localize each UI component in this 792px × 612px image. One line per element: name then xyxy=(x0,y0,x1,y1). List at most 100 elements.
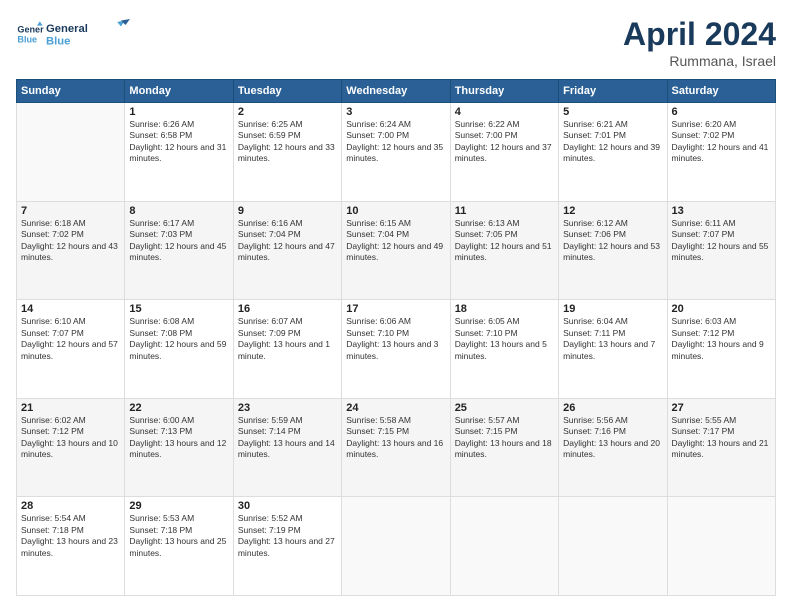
day-number: 5 xyxy=(563,106,662,118)
calendar-week-row: 14Sunrise: 6:10 AMSunset: 7:07 PMDayligh… xyxy=(17,300,776,399)
day-info: Sunrise: 6:12 AMSunset: 7:06 PMDaylight:… xyxy=(563,218,662,264)
location-subtitle: Rummana, Israel xyxy=(623,53,776,69)
month-title: April 2024 xyxy=(623,16,776,53)
calendar-cell: 13Sunrise: 6:11 AMSunset: 7:07 PMDayligh… xyxy=(667,201,775,300)
day-number: 28 xyxy=(21,500,120,512)
day-info: Sunrise: 5:54 AMSunset: 7:18 PMDaylight:… xyxy=(21,513,120,559)
svg-text:Blue: Blue xyxy=(46,36,70,48)
day-number: 9 xyxy=(238,205,337,217)
day-number: 29 xyxy=(129,500,228,512)
day-number: 18 xyxy=(455,303,554,315)
calendar-cell: 25Sunrise: 5:57 AMSunset: 7:15 PMDayligh… xyxy=(450,398,558,497)
day-info: Sunrise: 6:18 AMSunset: 7:02 PMDaylight:… xyxy=(21,218,120,264)
calendar-cell: 16Sunrise: 6:07 AMSunset: 7:09 PMDayligh… xyxy=(233,300,341,399)
day-info: Sunrise: 6:26 AMSunset: 6:58 PMDaylight:… xyxy=(129,119,228,165)
day-number: 14 xyxy=(21,303,120,315)
calendar-cell: 11Sunrise: 6:13 AMSunset: 7:05 PMDayligh… xyxy=(450,201,558,300)
day-number: 11 xyxy=(455,205,554,217)
day-info: Sunrise: 6:07 AMSunset: 7:09 PMDaylight:… xyxy=(238,316,337,362)
weekday-header-sunday: Sunday xyxy=(17,80,125,103)
page: General Blue General Blue April 2024 Rum… xyxy=(0,0,792,612)
logo-bird-icon: General Blue xyxy=(46,16,136,52)
day-info: Sunrise: 5:53 AMSunset: 7:18 PMDaylight:… xyxy=(129,513,228,559)
weekday-header-saturday: Saturday xyxy=(667,80,775,103)
calendar-table: SundayMondayTuesdayWednesdayThursdayFrid… xyxy=(16,79,776,596)
day-info: Sunrise: 6:24 AMSunset: 7:00 PMDaylight:… xyxy=(346,119,445,165)
calendar-week-row: 1Sunrise: 6:26 AMSunset: 6:58 PMDaylight… xyxy=(17,103,776,202)
day-number: 26 xyxy=(563,402,662,414)
day-info: Sunrise: 6:00 AMSunset: 7:13 PMDaylight:… xyxy=(129,415,228,461)
logo-icon: General Blue xyxy=(16,20,44,48)
calendar-cell: 23Sunrise: 5:59 AMSunset: 7:14 PMDayligh… xyxy=(233,398,341,497)
day-number: 7 xyxy=(21,205,120,217)
weekday-header-monday: Monday xyxy=(125,80,233,103)
calendar-cell: 1Sunrise: 6:26 AMSunset: 6:58 PMDaylight… xyxy=(125,103,233,202)
day-number: 10 xyxy=(346,205,445,217)
day-info: Sunrise: 6:16 AMSunset: 7:04 PMDaylight:… xyxy=(238,218,337,264)
day-number: 25 xyxy=(455,402,554,414)
day-number: 27 xyxy=(672,402,771,414)
day-number: 21 xyxy=(21,402,120,414)
calendar-week-row: 21Sunrise: 6:02 AMSunset: 7:12 PMDayligh… xyxy=(17,398,776,497)
day-info: Sunrise: 6:08 AMSunset: 7:08 PMDaylight:… xyxy=(129,316,228,362)
day-number: 15 xyxy=(129,303,228,315)
day-number: 16 xyxy=(238,303,337,315)
calendar-cell xyxy=(667,497,775,596)
day-number: 1 xyxy=(129,106,228,118)
calendar-cell: 6Sunrise: 6:20 AMSunset: 7:02 PMDaylight… xyxy=(667,103,775,202)
svg-text:Blue: Blue xyxy=(17,34,37,44)
day-info: Sunrise: 6:22 AMSunset: 7:00 PMDaylight:… xyxy=(455,119,554,165)
weekday-header-wednesday: Wednesday xyxy=(342,80,450,103)
calendar-cell: 30Sunrise: 5:52 AMSunset: 7:19 PMDayligh… xyxy=(233,497,341,596)
calendar-week-row: 7Sunrise: 6:18 AMSunset: 7:02 PMDaylight… xyxy=(17,201,776,300)
calendar-cell: 18Sunrise: 6:05 AMSunset: 7:10 PMDayligh… xyxy=(450,300,558,399)
calendar-cell: 5Sunrise: 6:21 AMSunset: 7:01 PMDaylight… xyxy=(559,103,667,202)
day-info: Sunrise: 6:02 AMSunset: 7:12 PMDaylight:… xyxy=(21,415,120,461)
day-number: 8 xyxy=(129,205,228,217)
calendar-cell: 29Sunrise: 5:53 AMSunset: 7:18 PMDayligh… xyxy=(125,497,233,596)
day-info: Sunrise: 6:04 AMSunset: 7:11 PMDaylight:… xyxy=(563,316,662,362)
calendar-cell: 24Sunrise: 5:58 AMSunset: 7:15 PMDayligh… xyxy=(342,398,450,497)
calendar-cell: 7Sunrise: 6:18 AMSunset: 7:02 PMDaylight… xyxy=(17,201,125,300)
day-number: 30 xyxy=(238,500,337,512)
day-number: 23 xyxy=(238,402,337,414)
calendar-header-row: SundayMondayTuesdayWednesdayThursdayFrid… xyxy=(17,80,776,103)
day-info: Sunrise: 5:58 AMSunset: 7:15 PMDaylight:… xyxy=(346,415,445,461)
day-info: Sunrise: 5:57 AMSunset: 7:15 PMDaylight:… xyxy=(455,415,554,461)
calendar-cell: 4Sunrise: 6:22 AMSunset: 7:00 PMDaylight… xyxy=(450,103,558,202)
weekday-header-friday: Friday xyxy=(559,80,667,103)
calendar-cell: 15Sunrise: 6:08 AMSunset: 7:08 PMDayligh… xyxy=(125,300,233,399)
day-info: Sunrise: 6:13 AMSunset: 7:05 PMDaylight:… xyxy=(455,218,554,264)
day-number: 17 xyxy=(346,303,445,315)
calendar-cell: 21Sunrise: 6:02 AMSunset: 7:12 PMDayligh… xyxy=(17,398,125,497)
calendar-cell xyxy=(17,103,125,202)
calendar-cell: 26Sunrise: 5:56 AMSunset: 7:16 PMDayligh… xyxy=(559,398,667,497)
logo: General Blue General Blue xyxy=(16,16,136,52)
day-number: 3 xyxy=(346,106,445,118)
day-info: Sunrise: 6:21 AMSunset: 7:01 PMDaylight:… xyxy=(563,119,662,165)
calendar-cell: 28Sunrise: 5:54 AMSunset: 7:18 PMDayligh… xyxy=(17,497,125,596)
calendar-cell: 27Sunrise: 5:55 AMSunset: 7:17 PMDayligh… xyxy=(667,398,775,497)
day-info: Sunrise: 6:06 AMSunset: 7:10 PMDaylight:… xyxy=(346,316,445,362)
day-number: 24 xyxy=(346,402,445,414)
calendar-cell: 9Sunrise: 6:16 AMSunset: 7:04 PMDaylight… xyxy=(233,201,341,300)
day-info: Sunrise: 5:59 AMSunset: 7:14 PMDaylight:… xyxy=(238,415,337,461)
day-number: 22 xyxy=(129,402,228,414)
day-number: 6 xyxy=(672,106,771,118)
calendar-cell: 20Sunrise: 6:03 AMSunset: 7:12 PMDayligh… xyxy=(667,300,775,399)
day-number: 13 xyxy=(672,205,771,217)
day-number: 2 xyxy=(238,106,337,118)
day-number: 4 xyxy=(455,106,554,118)
calendar-cell xyxy=(450,497,558,596)
calendar-cell xyxy=(559,497,667,596)
day-info: Sunrise: 6:05 AMSunset: 7:10 PMDaylight:… xyxy=(455,316,554,362)
calendar-cell: 14Sunrise: 6:10 AMSunset: 7:07 PMDayligh… xyxy=(17,300,125,399)
day-info: Sunrise: 6:25 AMSunset: 6:59 PMDaylight:… xyxy=(238,119,337,165)
day-number: 12 xyxy=(563,205,662,217)
day-info: Sunrise: 6:17 AMSunset: 7:03 PMDaylight:… xyxy=(129,218,228,264)
calendar-cell: 8Sunrise: 6:17 AMSunset: 7:03 PMDaylight… xyxy=(125,201,233,300)
svg-text:General: General xyxy=(46,23,88,35)
day-info: Sunrise: 6:03 AMSunset: 7:12 PMDaylight:… xyxy=(672,316,771,362)
calendar-cell: 12Sunrise: 6:12 AMSunset: 7:06 PMDayligh… xyxy=(559,201,667,300)
day-info: Sunrise: 6:20 AMSunset: 7:02 PMDaylight:… xyxy=(672,119,771,165)
